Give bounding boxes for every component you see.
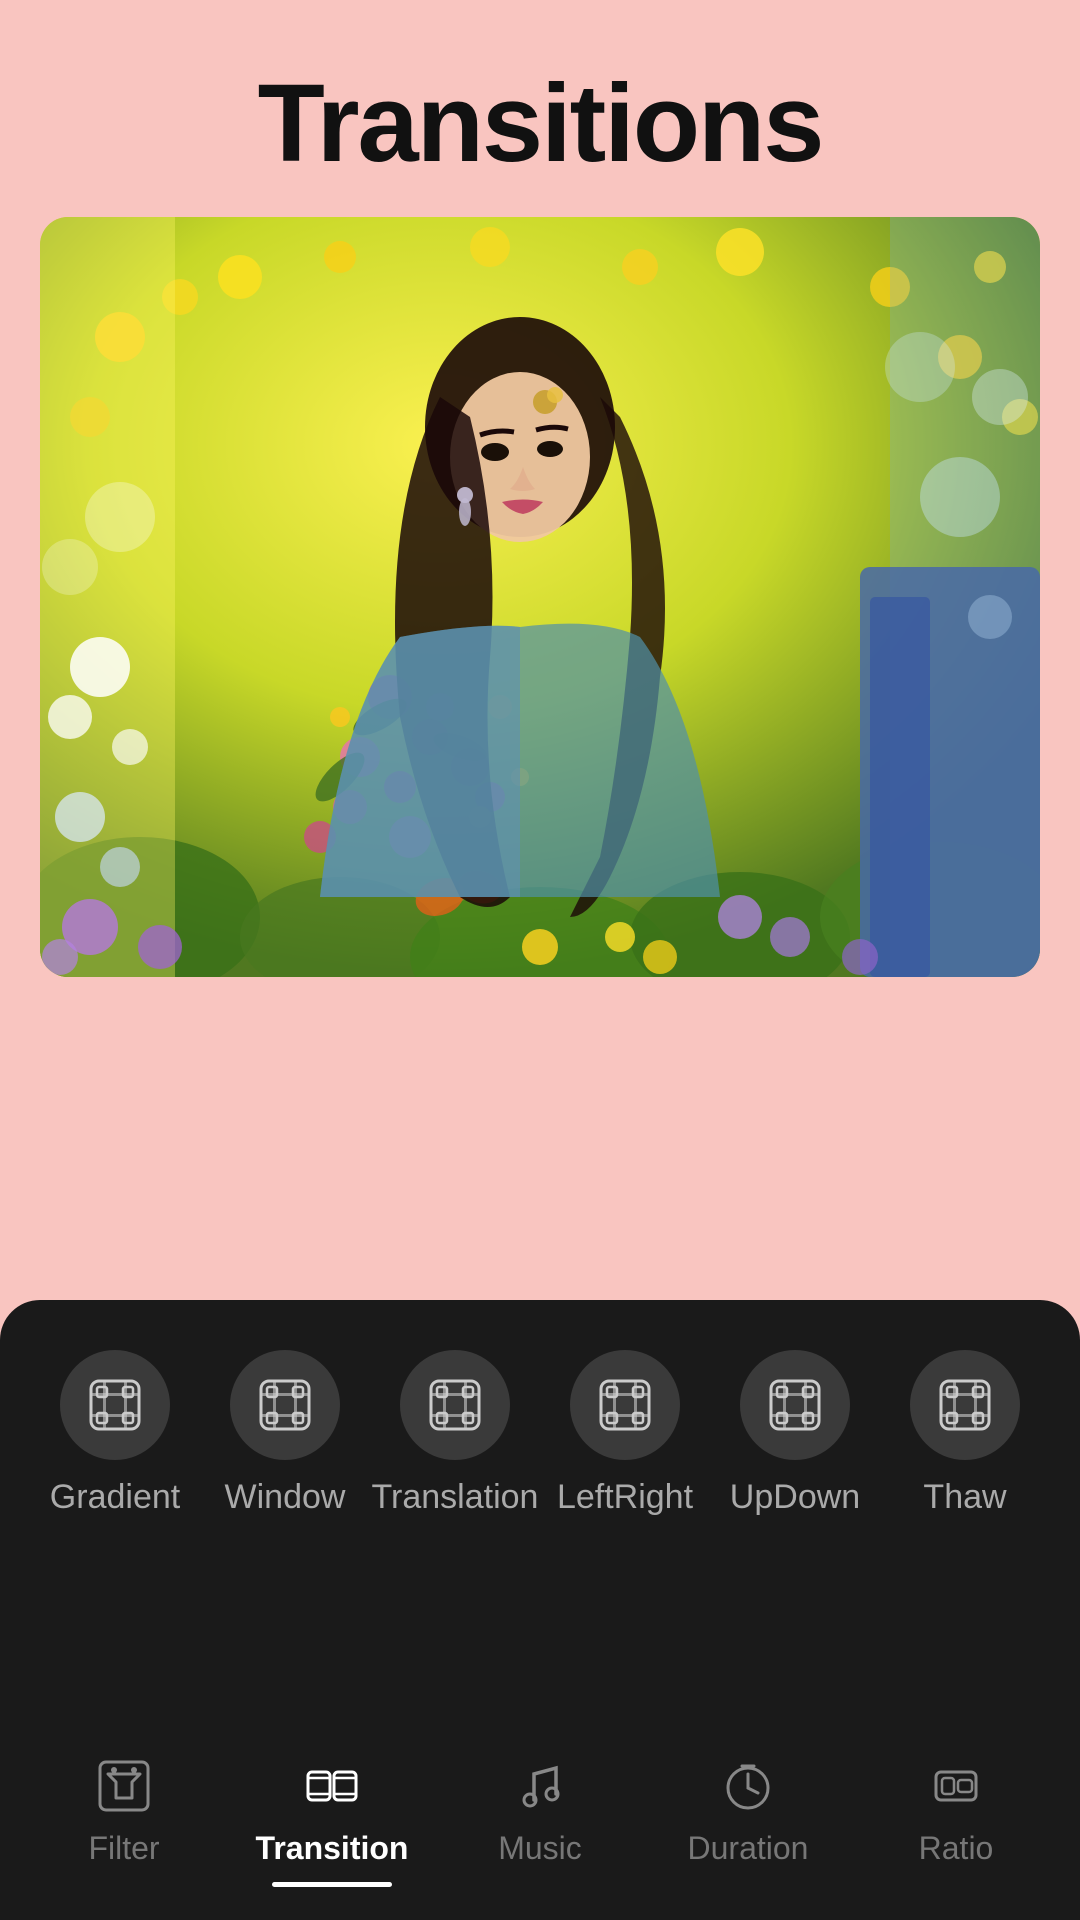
transition-item-thaw[interactable]: Thaw (880, 1350, 1050, 1517)
transition-icon-window (230, 1350, 340, 1460)
transition-icon-translation (400, 1350, 510, 1460)
transition-label-translation: Translation (372, 1478, 539, 1517)
music-icon (508, 1754, 572, 1818)
control-panel: Gradient Window (0, 1300, 1080, 1920)
bottom-nav: Filter Transition (0, 1720, 1080, 1920)
transition-label-thaw: Thaw (923, 1478, 1006, 1517)
transition-item-gradient[interactable]: Gradient (30, 1350, 200, 1517)
nav-label-duration: Duration (688, 1830, 809, 1867)
transition-label-leftright: LeftRight (557, 1478, 693, 1517)
image-preview (40, 217, 1040, 977)
transition-item-leftright[interactable]: LeftRight (540, 1350, 710, 1517)
transitions-row: Gradient Window (0, 1300, 1080, 1537)
nav-label-transition: Transition (256, 1830, 409, 1867)
transition-item-translation[interactable]: Translation (370, 1350, 540, 1517)
nav-item-music[interactable]: Music (436, 1754, 644, 1867)
nav-item-filter[interactable]: Filter (20, 1754, 228, 1867)
nav-item-transition[interactable]: Transition (228, 1754, 436, 1867)
nav-label-music: Music (498, 1830, 582, 1867)
nav-item-duration[interactable]: Duration (644, 1754, 852, 1867)
transition-label-gradient: Gradient (50, 1478, 180, 1517)
duration-icon (716, 1754, 780, 1818)
transition-icon-thaw (910, 1350, 1020, 1460)
transition-item-window[interactable]: Window (200, 1350, 370, 1517)
transition-icon-gradient (60, 1350, 170, 1460)
nav-label-ratio: Ratio (919, 1830, 994, 1867)
transition-icon-updown (740, 1350, 850, 1460)
nav-label-filter: Filter (88, 1830, 159, 1867)
transition-nav-icon (300, 1754, 364, 1818)
nav-item-ratio[interactable]: Ratio (852, 1754, 1060, 1867)
page-title: Transitions (0, 0, 1080, 217)
transition-label-window: Window (225, 1478, 346, 1517)
transition-item-updown[interactable]: UpDown (710, 1350, 880, 1517)
transition-label-updown: UpDown (730, 1478, 860, 1517)
transition-icon-leftright (570, 1350, 680, 1460)
active-bar (272, 1882, 392, 1887)
ratio-icon (924, 1754, 988, 1818)
filter-icon (92, 1754, 156, 1818)
